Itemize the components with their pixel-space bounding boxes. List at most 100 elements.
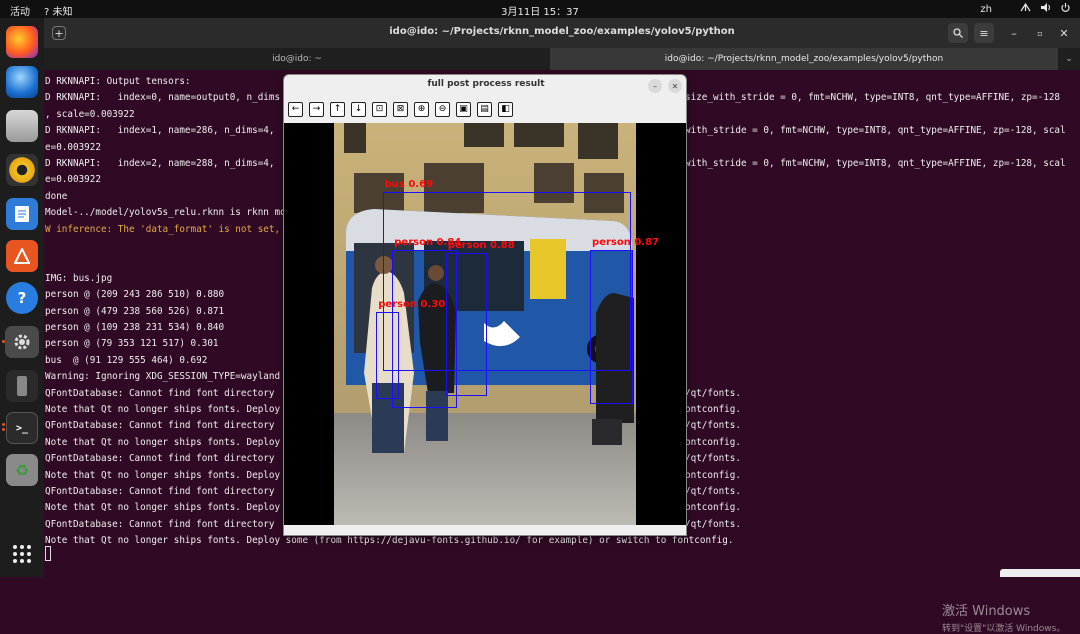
device-icon[interactable] [6,370,38,402]
appcenter-icon[interactable] [6,240,38,272]
app-grid-icon[interactable] [6,538,38,570]
terminal-line: D RKNNAPI: index=1, name=286, n_dims=4, [45,125,275,137]
terminal-line: Note that Qt no longer ships fonts. Depl… [45,436,281,448]
window-close-button[interactable]: ✕ [668,79,682,93]
arrow-down-icon[interactable]: ↓ [351,102,366,117]
windows-activation-watermark: 激活 Windows 转到"设置"以激活 Windows。 [942,600,1065,634]
terminal-line-tail: ontconfig. [685,436,741,448]
tab-yolov5[interactable]: ido@ido: ~/Projects/rknn_model_zoo/examp… [550,48,1058,70]
terminal-line-tail: /qt/fonts. [685,486,741,497]
thunderbird-icon[interactable] [6,66,38,98]
help-icon[interactable]: ? [6,282,38,314]
detection-label: person 0.87 [592,237,659,249]
chevron-down-icon[interactable]: ⌄ [1058,48,1080,70]
detection-box [590,250,634,405]
terminal-title: ido@ido: ~/Projects/rknn_model_zoo/examp… [389,26,735,37]
system-tray [1000,569,1080,577]
clock[interactable]: 3月11日 15：37 [0,3,1080,18]
terminal-tabs: ido@ido: ~ ido@ido: ~/Projects/rknn_mode… [44,48,1080,70]
terminal-line: person @ (209 243 286 510) 0.880 [45,289,225,301]
input-method-indicator[interactable]: zh [980,4,992,15]
terminal-line: e=0.003922 [45,174,101,186]
window-title: full post process result [427,79,545,89]
terminal-line: person @ (79 353 121 517) 0.301 [45,338,219,350]
terminal-line-tail: with_stride = 0, fmt=NCHW, type=INT8, qn… [685,125,1066,137]
firefox-icon[interactable] [6,26,38,58]
detection-box [376,311,399,400]
detection-label: bus 0.69 [384,178,434,190]
terminal-icon[interactable]: >_ [6,412,38,444]
terminal-line-tail: ontconfig. [685,404,741,415]
arrow-right-icon[interactable]: → [309,102,324,117]
terminal-line: D RKNNAPI: index=0, name=output0, n_dims [45,92,281,104]
terminal-line-tail: size_with_stride = 0, fmt=NCHW, type=INT… [685,92,1061,104]
terminal-line: Note that Qt no longer ships fonts. Depl… [45,469,281,481]
terminal-line: person @ (479 238 560 526) 0.871 [45,305,225,317]
trash-icon[interactable]: ♻ [6,454,38,486]
terminal-line: person @ (109 238 231 534) 0.840 [45,322,225,333]
image-result-window[interactable]: full post process result – ✕ ← → ↑ ↓ ⊡ ⊠ ⊕ ⊖ ▣ ▤ ◧ [283,74,687,536]
zoom-out-icon[interactable]: ⊖ [435,102,450,117]
save-icon[interactable]: ▣ [456,102,471,117]
tab-home[interactable]: ido@ido: ~ [44,48,550,70]
minimize-button[interactable]: – [1004,23,1024,43]
arrow-left-icon[interactable]: ← [288,102,303,117]
terminal-line: QFontDatabase: Cannot find font director… [45,420,275,432]
rhythmbox-icon[interactable] [6,154,38,186]
terminal-line: Note that Qt no longer ships fonts. Depl… [45,502,281,514]
network-icon[interactable] [1020,2,1031,15]
arrow-up-icon[interactable]: ↑ [330,102,345,117]
terminal-line: , scale=0.003922 [45,108,135,120]
terminal-line-tail: /qt/fonts. [685,420,741,432]
dock: ? >_ ♻ [0,18,44,577]
palette-icon[interactable]: ◧ [498,102,513,117]
terminal-line: IMG: bus.jpg [45,272,113,284]
detection-label: person 0.88 [447,239,515,251]
terminal-line: D RKNNAPI: index=2, name=288, n_dims=4, [45,158,275,169]
terminal-cursor [45,546,51,561]
power-icon[interactable] [1061,3,1070,15]
tab-yolov5-label: ido@ido: ~/Projects/rknn_model_zoo/examp… [664,54,944,64]
volume-icon[interactable] [1041,3,1051,15]
image-canvas[interactable]: bus 0.69 person 0.84 person 0.88 person 0.8… [284,123,686,525]
terminal-line: QFontDatabase: Cannot find font director… [45,453,275,465]
terminal-line-tail: ontconfig. [685,502,741,514]
terminal-line: D RKNNAPI: Output tensors: [45,76,191,87]
window-status-bar [284,525,686,535]
terminal-line-tail: /qt/fonts. [685,387,741,399]
terminal-line-tail: /qt/fonts. [685,518,741,530]
activation-title: 激活 Windows [942,604,1031,619]
terminal-line: bus @ (91 129 555 464) 0.692 [45,354,208,366]
terminal-line-tail: ontconfig. [685,469,741,481]
terminal-line: Model-../model/yolov5s_relu.rknn is rknn… [45,207,286,219]
terminal-line: QFontDatabase: Cannot find font director… [45,486,275,497]
terminal-line: QFontDatabase: Cannot find font director… [45,387,275,399]
terminal-header: + ido@ido: ~/Projects/rknn_model_zoo/exa… [44,18,1080,48]
terminal-line: W inference: The 'data_format' is not se… [45,223,281,235]
writer-icon[interactable] [6,198,38,230]
terminal-line-tail: with_stride = 0, fmt=NCHW, type=INT8, qn… [685,158,1066,169]
maximize-button[interactable]: ▫ [1030,23,1050,43]
settings-icon[interactable] [5,326,39,358]
terminal-line: Warning: Ignoring XDG_SESSION_TYPE=wayla… [45,371,281,383]
zoom-select-icon[interactable]: ⊠ [393,102,408,117]
terminal-line: QFontDatabase: Cannot find font director… [45,518,275,530]
menu-button[interactable]: ≡ [974,23,994,43]
terminal-line: done [45,190,68,202]
terminal-line: Note that Qt no longer ships fonts. Depl… [45,404,281,415]
zoom-in-icon[interactable]: ⊕ [414,102,429,117]
files-icon[interactable] [6,110,38,142]
top-bar: 活动 ? 未知 3月11日 15：37 zh [0,0,1080,18]
activation-hint: 转到"设置"以激活 Windows。 [942,624,1066,634]
detection-overlay: bus 0.69 person 0.84 person 0.88 person 0.8… [334,123,659,525]
properties-icon[interactable]: ▤ [477,102,492,117]
terminal-line: e=0.003922 [45,141,101,153]
search-button[interactable] [948,23,968,43]
close-button[interactable]: ✕ [1054,23,1074,43]
image-toolbar: ← → ↑ ↓ ⊡ ⊠ ⊕ ⊖ ▣ ▤ ◧ [288,102,513,118]
detection-label: person 0.30 [378,298,446,310]
window-minimize-button[interactable]: – [648,79,662,93]
terminal-line-tail: /qt/fonts. [685,453,741,465]
zoom-fit-icon[interactable]: ⊡ [372,102,387,117]
detection-box [445,252,487,396]
